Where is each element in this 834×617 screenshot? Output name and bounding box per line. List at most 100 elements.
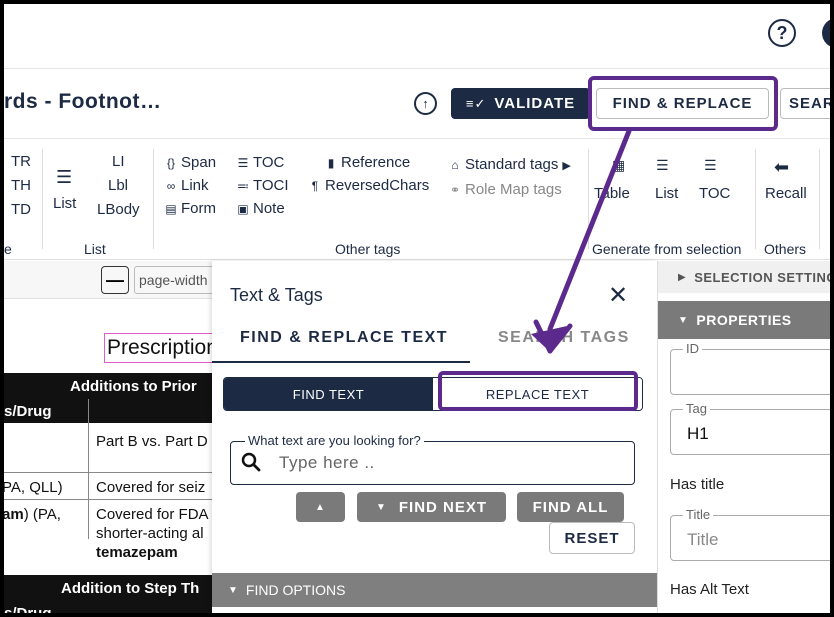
annotation-highlight-find-replace [588, 76, 778, 131]
title-field[interactable]: Title Title [670, 507, 830, 561]
tag-field[interactable]: Tag H1 [670, 401, 830, 455]
find-all-button[interactable]: FIND ALL [517, 492, 624, 522]
dialog-title: Text & Tags [230, 285, 323, 305]
search-input[interactable]: What text are you looking for? Type here… [230, 433, 635, 485]
table-column-line [88, 399, 89, 539]
ribbon-th[interactable]: TH [11, 177, 31, 194]
ribbon-standard-tags[interactable]: ⌂ Standard tags ▶ [448, 156, 571, 173]
tag-icon: ⌂ [451, 158, 459, 172]
caret-right-icon: ▶ [562, 160, 571, 172]
selection-settings-header[interactable]: ▶ SELECTION SETTINGS [658, 261, 830, 293]
table-cell: am) (PA, [4, 506, 61, 523]
table-cell: Covered for FDA [96, 506, 209, 523]
ribbon-role-map-tags[interactable]: ⚭ Role Map tags [448, 181, 562, 198]
table-header: Addition to Step Th [4, 575, 212, 601]
gen-toc-button[interactable]: TOC [699, 185, 730, 202]
document-preview[interactable]: — page-width Prescription Additions to P… [4, 261, 224, 613]
find-previous-button[interactable]: ▲ [296, 492, 345, 522]
ribbon-toci[interactable]: ≕ TOCI [236, 177, 289, 194]
ribbon-reference[interactable]: ▮ Reference [324, 154, 411, 171]
gen-table-icon: ▦ [612, 157, 626, 173]
ribbon-toc[interactable]: ☰ TOC [236, 154, 285, 171]
recall-button[interactable]: Recall [765, 185, 807, 202]
avatar[interactable] [822, 18, 830, 48]
ribbon-reversedchars[interactable]: ¶ ReversedChars [308, 177, 429, 194]
reset-button[interactable]: RESET [549, 522, 635, 554]
ribbon-list-button[interactable]: List [53, 195, 76, 212]
tab-find-replace-text[interactable]: FIND & REPLACE TEXT [240, 329, 448, 347]
ribbon-tr[interactable]: TR [11, 153, 31, 170]
ribbon-lbl[interactable]: Lbl [108, 177, 128, 194]
upload-icon[interactable]: ↑ [414, 92, 437, 115]
id-field[interactable]: ID [670, 341, 830, 395]
ribbon-toolbar: TR TH TD e ☰ List LI Lbl LBody List {} Sp… [4, 138, 830, 260]
bookmark-icon: ▮ [327, 156, 335, 170]
table-subheader: s/Drug [4, 601, 212, 613]
search-field-label: What text are you looking for? [245, 433, 424, 448]
properties-panel: ▶ SELECTION SETTINGS ▼ PROPERTIES ID Tag… [657, 261, 830, 613]
find-next-button[interactable]: ▼ FIND NEXT [357, 492, 506, 522]
table-subheader: s/Drug [4, 399, 212, 423]
ribbon-form[interactable]: ▤ Form [164, 200, 216, 217]
span-icon: {} [166, 156, 175, 170]
ribbon-li[interactable]: LI [112, 153, 125, 170]
help-icon[interactable]: ? [768, 19, 796, 47]
ribbon-note[interactable]: ▣ Note [236, 200, 284, 217]
group-label-list: List [84, 241, 106, 257]
has-alt-text-label: Has Alt Text [670, 581, 749, 598]
table-header: Additions to Prior [4, 373, 212, 399]
divider [819, 149, 820, 249]
form-icon: ▤ [165, 202, 177, 216]
group-label-other: Other tags [335, 241, 401, 257]
active-tab-indicator [212, 361, 470, 363]
list-icon: ☰ [56, 167, 73, 187]
group-label-others: Others [764, 241, 807, 257]
validate-label: VALIDATE [494, 95, 576, 112]
divider [755, 149, 756, 249]
toc-icon: ☰ [237, 156, 249, 170]
divider [153, 149, 154, 249]
role-map-icon: ⚭ [449, 183, 461, 197]
gen-table-button[interactable]: Table [594, 185, 630, 202]
ribbon-link[interactable]: ∞ Link [164, 177, 209, 194]
ribbon-lbody[interactable]: LBody [97, 201, 140, 218]
text-tags-dialog: Text & Tags ✕ FIND & REPLACE TEXT SEARCH… [212, 261, 657, 613]
gen-toc-icon: ☰ [704, 157, 717, 173]
document-title: rds - Footnot… [4, 90, 162, 113]
caret-down-icon: ▼ [228, 584, 238, 596]
table-cell: PA, QLL) [4, 479, 63, 496]
validate-button[interactable]: ≡✓ VALIDATE [451, 88, 590, 119]
find-text-toggle[interactable]: FIND TEXT [224, 378, 433, 410]
search-placeholder: Type here .. [279, 453, 375, 472]
tab-search-tags[interactable]: SEARCH TAGS [498, 329, 630, 347]
close-icon[interactable]: ✕ [608, 281, 628, 310]
has-title-label: Has title [670, 476, 725, 493]
search-icon [241, 452, 261, 472]
divider [42, 149, 43, 249]
recall-icon: ⬅ [774, 157, 790, 177]
table-row-line [4, 472, 212, 473]
find-options-header[interactable]: ▼ FIND OPTIONS [212, 573, 657, 607]
table-row-line [4, 499, 212, 500]
properties-header[interactable]: ▼ PROPERTIES [658, 301, 830, 339]
toci-icon: ≕ [237, 179, 249, 193]
zoom-select[interactable]: page-width [134, 266, 224, 294]
caret-down-icon: ▼ [678, 314, 689, 326]
annotation-highlight-replace-text [438, 371, 638, 411]
ribbon-td[interactable]: TD [11, 201, 31, 218]
table-cell: Part B vs. Part D [96, 433, 208, 450]
divider [4, 68, 830, 69]
table-cell: shorter-acting al [96, 525, 204, 542]
gen-list-button[interactable]: List [655, 185, 678, 202]
app-window: ? rds - Footnot… ↑ ≡✓ VALIDATE FIND & RE… [4, 4, 830, 613]
group-label-table: e [4, 241, 12, 257]
paragraph-icon: ¶ [311, 179, 319, 193]
selected-heading[interactable]: Prescription [104, 333, 219, 363]
search-button[interactable]: SEAR [780, 88, 830, 119]
divider [588, 149, 589, 249]
gen-list-icon: ☰ [656, 157, 669, 173]
ribbon-span[interactable]: {} Span [164, 154, 216, 171]
caret-right-icon: ▶ [678, 271, 687, 283]
group-label-generate: Generate from selection [592, 241, 742, 257]
zoom-out-button[interactable]: — [101, 266, 129, 294]
